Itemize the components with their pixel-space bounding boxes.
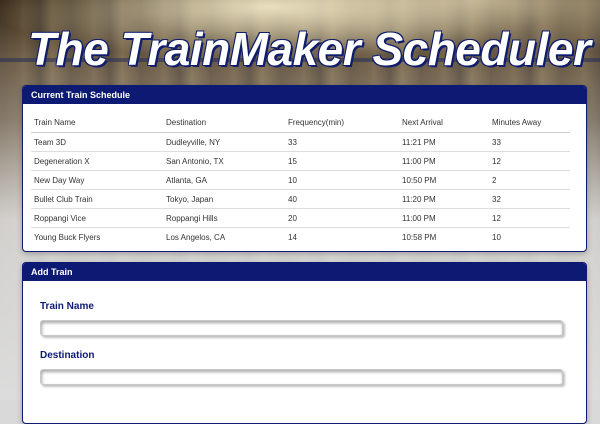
train-name-cell: Bullet Club Train [31,189,163,209]
add-train-form: Train Name Destination [23,281,586,385]
train-name-cell: Team 3D [31,132,163,152]
table-row: New Day Way Atlanta, GA 10 10:50 PM 2 [31,170,570,190]
frequency-cell: 15 [285,151,399,171]
destination-input[interactable] [40,369,563,385]
destination-cell: Atlanta, GA [163,170,285,190]
train-name-cell: Young Buck Flyers [31,227,163,246]
frequency-cell: 20 [285,208,399,228]
add-train-heading: Add Train [23,263,586,281]
next-arrival-cell: 10:58 PM [399,227,489,246]
train-name-cell: New Day Way [31,170,163,190]
column-header-train-name: Train Name [31,112,163,133]
destination-cell: Tokyo, Japan [163,189,285,209]
destination-cell: Dudleyville, NY [163,132,285,152]
minutes-away-cell: 33 [489,132,570,152]
train-name-input[interactable] [40,320,563,336]
schedule-heading: Current Train Schedule [23,86,586,104]
table-row: Young Buck Flyers Los Angelos, CA 14 10:… [31,227,570,246]
destination-label: Destination [40,350,95,361]
destination-cell: Los Angelos, CA [163,227,285,246]
table-row: Roppangi Vice Roppangi Hills 20 11:00 PM… [31,208,570,228]
minutes-away-cell: 32 [489,189,570,209]
schedule-panel: Current Train Schedule Train Name Destin… [22,85,587,252]
table-row: Degeneration X San Antonio, TX 15 11:00 … [31,151,570,171]
frequency-cell: 40 [285,189,399,209]
train-name-cell: Degeneration X [31,151,163,171]
column-header-minutes-away: Minutes Away [489,112,570,133]
next-arrival-cell: 11:21 PM [399,132,489,152]
minutes-away-cell: 10 [489,227,570,246]
column-header-next-arrival: Next Arrival [399,112,489,133]
table-row: Bullet Club Train Tokyo, Japan 40 11:20 … [31,189,570,209]
table-row: Team 3D Dudleyville, NY 33 11:21 PM 33 [31,132,570,152]
frequency-cell: 14 [285,227,399,246]
minutes-away-cell: 2 [489,170,570,190]
next-arrival-cell: 10:50 PM [399,170,489,190]
train-name-cell: Roppangi Vice [31,208,163,228]
frequency-cell: 33 [285,132,399,152]
column-header-destination: Destination [163,112,285,133]
minutes-away-cell: 12 [489,208,570,228]
table-header-row: Train Name Destination Frequency(min) Ne… [31,112,570,133]
minutes-away-cell: 12 [489,151,570,171]
destination-cell: San Antonio, TX [163,151,285,171]
train-name-label: Train Name [40,301,94,312]
frequency-cell: 10 [285,170,399,190]
schedule-table: Train Name Destination Frequency(min) Ne… [31,112,570,246]
next-arrival-cell: 11:00 PM [399,208,489,228]
next-arrival-cell: 11:00 PM [399,151,489,171]
next-arrival-cell: 11:20 PM [399,189,489,209]
column-header-frequency: Frequency(min) [285,112,399,133]
destination-cell: Roppangi Hills [163,208,285,228]
page-title: The TrainMaker Scheduler [28,23,591,75]
